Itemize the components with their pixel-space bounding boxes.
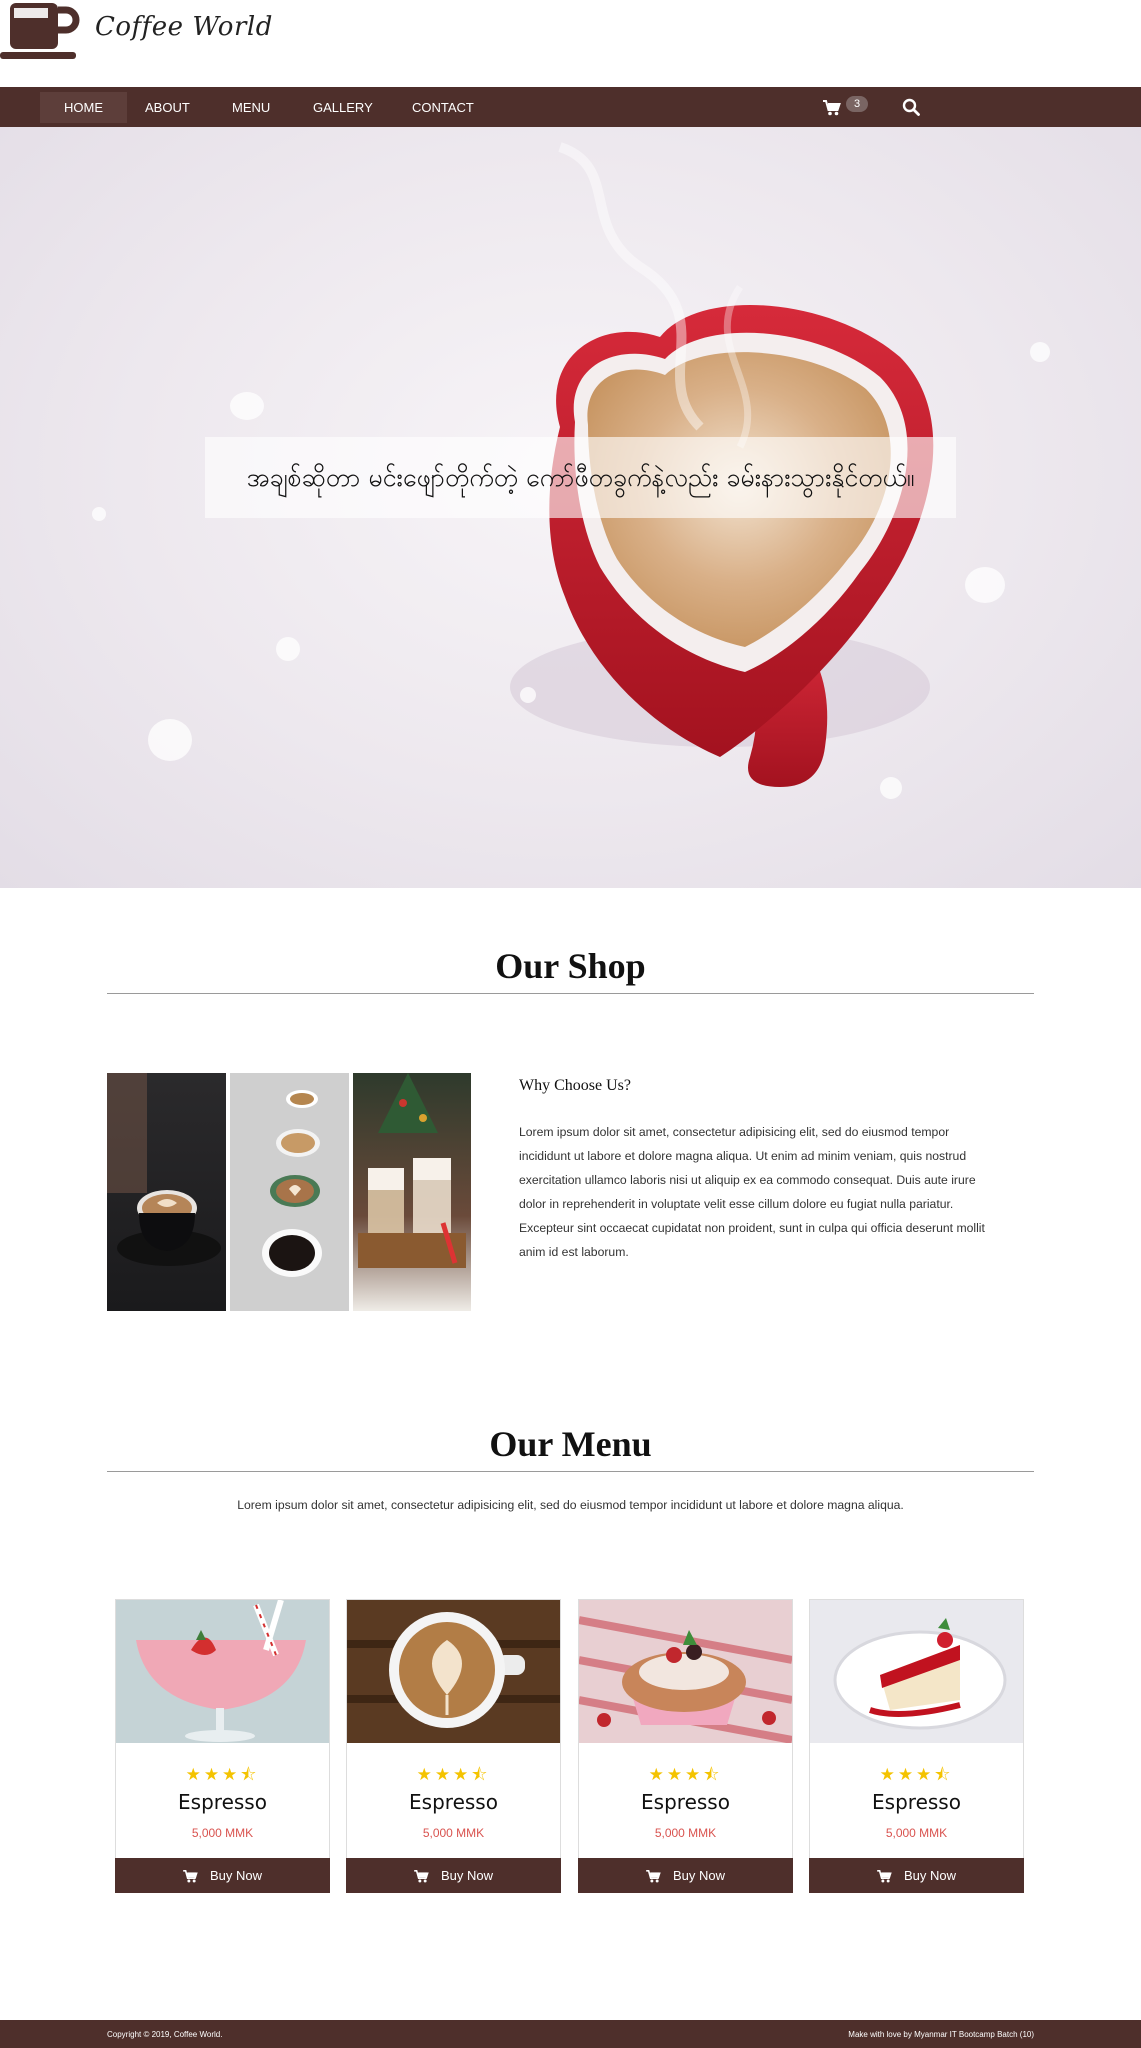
cart-button[interactable]: 3 [823, 95, 869, 121]
menu-item-price: 5,000 MMK [654, 1826, 717, 1840]
main-navbar: HOME ABOUT MENU GALLERY CONTACT 3 [0, 87, 1141, 127]
hero-banner-text: အချစ်ဆိုတာ မင်းဖျော်တိုက်တဲ့ ကော်ဖီတခွက်… [205, 437, 956, 518]
menu-title-divider [107, 1471, 1034, 1472]
nav-item-about[interactable]: ABOUT [121, 92, 214, 123]
brand-name[interactable]: Coffee World [95, 12, 273, 42]
nav-item-menu[interactable]: MENU [208, 92, 294, 123]
menu-item-price: 5,000 MMK [422, 1826, 485, 1840]
nav-item-gallery[interactable]: GALLERY [289, 92, 397, 123]
buy-now-button[interactable]: Buy Now [115, 1858, 330, 1893]
shop-gallery-image-2 [230, 1073, 349, 1311]
buy-now-button[interactable]: Buy Now [578, 1858, 793, 1893]
coffee-cup-icon[interactable] [0, 0, 80, 62]
menu-card: ★★★⯪ Espresso 5,000 MMK Buy Now [809, 1599, 1024, 1893]
rating-stars: ★★★⯪ [185, 1765, 260, 1784]
menu-item-name: Espresso [641, 1790, 730, 1814]
menu-intro-text: Lorem ipsum dolor sit amet, consectetur … [237, 1498, 904, 1512]
menu-item-image-strawberry-drink [116, 1600, 329, 1743]
rating-stars: ★★★⯪ [648, 1765, 723, 1784]
page-footer: Copyright © 2019, Coffee World. Make wit… [0, 2020, 1141, 2048]
menu-card: ★★★⯪ Espresso 5,000 MMK Buy Now [346, 1599, 561, 1893]
rating-stars: ★★★⯪ [879, 1765, 954, 1784]
menu-card: ★★★⯪ Espresso 5,000 MMK Buy Now [578, 1599, 793, 1893]
cart-count-badge: 3 [846, 96, 868, 112]
shop-gallery-image-1 [107, 1073, 226, 1311]
cart-icon [646, 1870, 661, 1883]
cart-icon [823, 100, 841, 116]
logo-bar: Coffee World [0, 0, 1141, 87]
shop-title-divider [107, 993, 1034, 994]
menu-item-name: Espresso [409, 1790, 498, 1814]
footer-copyright: Copyright © 2019, Coffee World. [107, 2030, 223, 2039]
menu-item-image-cupcake [579, 1600, 792, 1743]
menu-card: ★★★⯪ Espresso 5,000 MMK Buy Now [115, 1599, 330, 1893]
menu-item-image-cheesecake [810, 1600, 1023, 1743]
menu-item-price: 5,000 MMK [191, 1826, 254, 1840]
cart-icon [414, 1870, 429, 1883]
cart-icon [183, 1870, 198, 1883]
cart-icon [877, 1870, 892, 1883]
menu-item-name: Espresso [872, 1790, 961, 1814]
nav-item-home[interactable]: HOME [40, 92, 127, 123]
buy-now-button[interactable]: Buy Now [346, 1858, 561, 1893]
buy-now-label: Buy Now [209, 1868, 263, 1883]
footer-credit: Make with love by Myanmar IT Bootcamp Ba… [848, 2030, 1034, 2039]
shop-section-title: Our Shop [495, 946, 646, 986]
rating-stars: ★★★⯪ [416, 1765, 491, 1784]
menu-section-title: Our Menu [489, 1424, 652, 1464]
nav-item-contact[interactable]: CONTACT [388, 92, 498, 123]
search-icon[interactable] [902, 98, 920, 116]
menu-item-image-latte [347, 1600, 560, 1743]
buy-now-label: Buy Now [440, 1868, 494, 1883]
shop-description: Lorem ipsum dolor sit amet, consectetur … [519, 1125, 985, 1259]
menu-item-name: Espresso [178, 1790, 267, 1814]
buy-now-label: Buy Now [672, 1868, 726, 1883]
menu-item-price: 5,000 MMK [885, 1826, 948, 1840]
buy-now-label: Buy Now [903, 1868, 957, 1883]
hero-section: အချစ်ဆိုတာ မင်းဖျော်တိုက်တဲ့ ကော်ဖီတခွက်… [0, 127, 1141, 888]
shop-subtitle: Why Choose Us? [519, 1077, 631, 1094]
shop-gallery-image-3 [353, 1073, 471, 1311]
buy-now-button[interactable]: Buy Now [809, 1858, 1024, 1893]
